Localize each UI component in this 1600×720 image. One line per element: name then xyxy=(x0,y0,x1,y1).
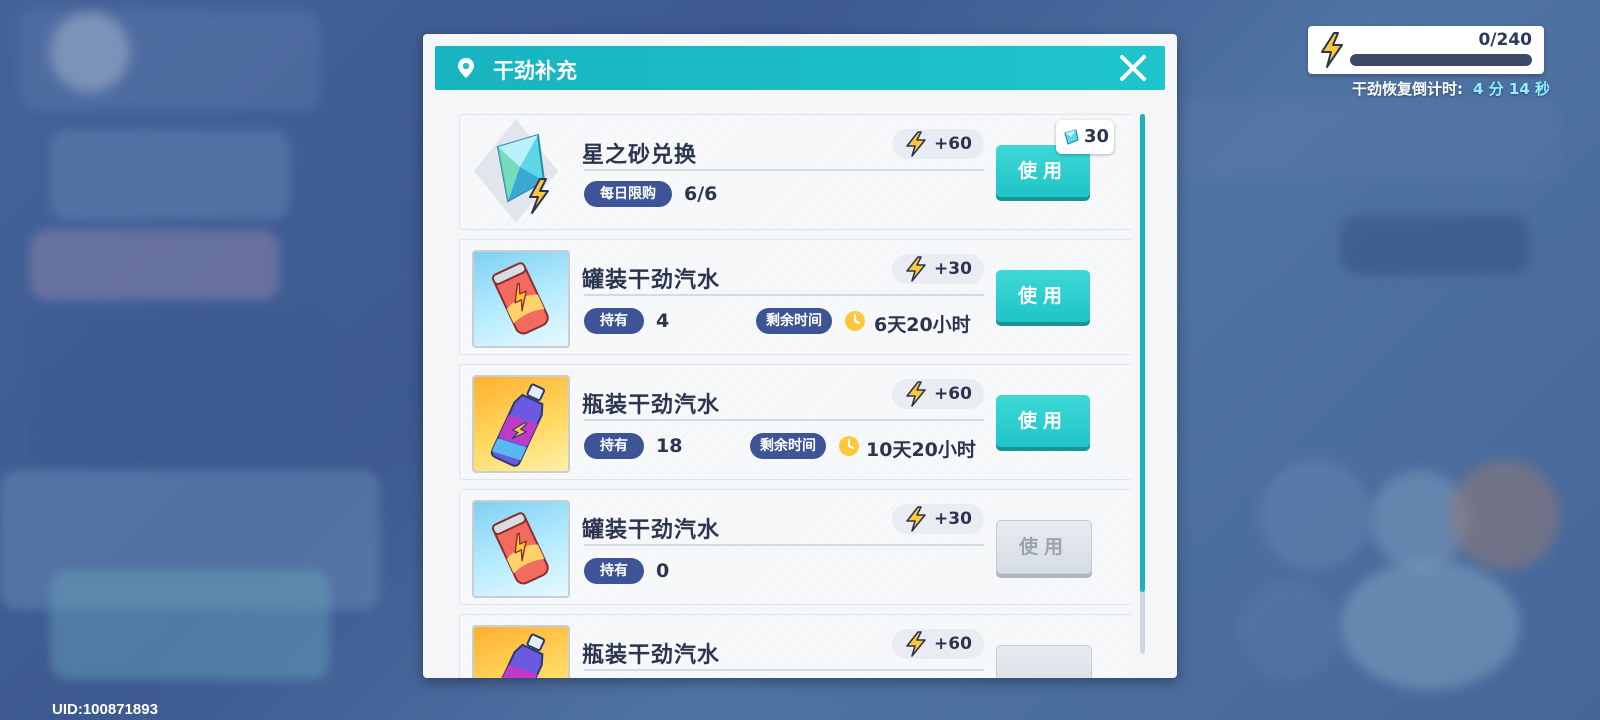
energy-gain-value: +60 xyxy=(934,384,972,404)
energy-bottle-icon xyxy=(472,625,570,678)
energy-gain-badge: +60 xyxy=(892,129,984,159)
list-item: 瓶装干劲汽水 +60 持有 18 剩余时间 10天20小时 使用 xyxy=(459,364,1131,480)
owned-pill: 持有 xyxy=(584,308,644,334)
owned-pill: 持有 xyxy=(584,558,644,584)
item-name: 瓶装干劲汽水 xyxy=(582,643,721,668)
lightning-bolt-icon xyxy=(906,256,926,282)
daily-limit-pill: 每日限购 xyxy=(584,181,672,207)
lightning-bolt-icon xyxy=(1321,32,1343,68)
clock-icon xyxy=(845,311,865,331)
energy-gain-value: +30 xyxy=(934,259,972,279)
star-sand-icon xyxy=(1064,129,1079,145)
star-sand-crystal-icon xyxy=(468,117,564,225)
energy-recovery-timer: 干劲恢复倒计时: 4 分 14 秒 xyxy=(1352,78,1550,99)
energy-bottle-icon xyxy=(472,375,570,473)
timer-value: 4 分 14 秒 xyxy=(1473,80,1550,98)
list-item: 瓶装干劲汽水 +60 xyxy=(459,614,1131,678)
energy-gain-badge: +30 xyxy=(892,254,984,284)
owned-count: 18 xyxy=(656,435,683,457)
use-button[interactable]: 使用 xyxy=(996,270,1090,322)
energy-gain-badge: +60 xyxy=(892,379,984,409)
owned-count: 4 xyxy=(656,310,670,332)
timer-label: 干劲恢复倒计时: xyxy=(1352,80,1464,98)
row-divider xyxy=(584,294,984,296)
energy-gain-badge: +30 xyxy=(892,504,984,534)
owned-count: 0 xyxy=(656,560,670,582)
star-sand-cost-tag: 30 xyxy=(1056,120,1114,154)
daily-limit-value: 6/6 xyxy=(684,183,718,205)
location-pin-icon xyxy=(458,58,474,78)
star-sand-cost: 30 xyxy=(1084,126,1110,147)
dialog-title: 干劲补充 xyxy=(493,59,577,83)
remaining-time-value: 10天20小时 xyxy=(866,439,976,461)
remaining-time-pill: 剩余时间 xyxy=(756,308,832,334)
energy-refill-dialog: 干劲补充 星之砂兑换 +60 每日限购 6/6 使用 30 罐装干劲汽水 +30… xyxy=(423,34,1177,678)
energy-gain-value: +60 xyxy=(934,634,972,654)
energy-meter: 0/240 xyxy=(1308,26,1544,74)
use-button[interactable] xyxy=(996,645,1092,678)
item-name: 罐装干劲汽水 xyxy=(582,518,721,543)
energy-can-icon xyxy=(472,500,570,598)
refill-item-list[interactable]: 星之砂兑换 +60 每日限购 6/6 使用 30 罐装干劲汽水 +30 持有 4… xyxy=(459,114,1131,678)
list-scrollbar[interactable] xyxy=(1140,114,1145,654)
dialog-header: 干劲补充 xyxy=(435,46,1165,90)
item-name: 罐装干劲汽水 xyxy=(582,268,721,293)
item-name: 瓶装干劲汽水 xyxy=(582,393,721,418)
remaining-time-value: 6天20小时 xyxy=(874,314,971,336)
energy-gain-badge: +60 xyxy=(892,629,984,659)
row-divider xyxy=(584,169,984,171)
list-item: 罐装干劲汽水 +30 持有 0 使用 xyxy=(459,489,1131,605)
energy-count: 0/240 xyxy=(1478,30,1532,50)
list-item: 罐装干劲汽水 +30 持有 4 剩余时间 6天20小时 使用 xyxy=(459,239,1131,355)
clock-icon xyxy=(839,436,859,456)
row-divider xyxy=(584,419,984,421)
uid-label: UID:100871893 xyxy=(52,701,158,718)
use-button[interactable]: 使用 xyxy=(996,395,1090,447)
row-divider xyxy=(584,669,984,671)
scroll-thumb[interactable] xyxy=(1140,114,1145,592)
energy-gain-value: +30 xyxy=(934,509,972,529)
lightning-bolt-icon xyxy=(906,506,926,532)
item-name: 星之砂兑换 xyxy=(582,143,698,168)
list-item: 星之砂兑换 +60 每日限购 6/6 使用 30 xyxy=(459,114,1131,230)
lightning-bolt-icon xyxy=(906,631,926,657)
close-icon[interactable] xyxy=(1117,52,1149,84)
energy-gain-value: +60 xyxy=(934,134,972,154)
lightning-bolt-icon xyxy=(906,381,926,407)
row-divider xyxy=(584,544,984,546)
use-button-disabled[interactable]: 使用 xyxy=(996,520,1092,574)
energy-can-icon xyxy=(472,250,570,348)
lightning-bolt-icon xyxy=(906,131,926,157)
energy-bar xyxy=(1350,54,1532,66)
owned-pill: 持有 xyxy=(584,433,644,459)
remaining-time-pill: 剩余时间 xyxy=(750,433,826,459)
